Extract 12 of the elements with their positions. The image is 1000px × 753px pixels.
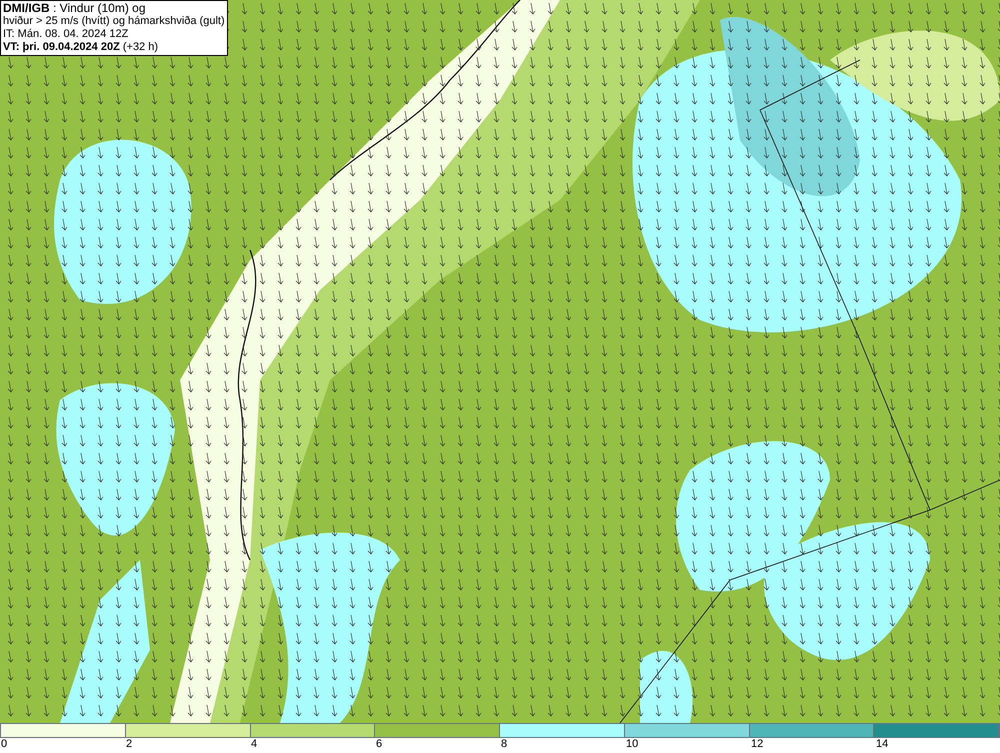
header-line: hviður > 25 m/s (hvítt) og hámarkshviða (gult) (3, 15, 225, 28)
legend-tick-label: 10 (626, 738, 638, 751)
legend-tick-label: 4 (251, 738, 258, 751)
legend-tick-label: 2 (126, 738, 132, 751)
legend-tick-label: 0 (1, 738, 8, 751)
legend-tick-label: 8 (501, 738, 508, 751)
header-line: VT: þri. 09.04.2024 20Z (+32 h) (3, 41, 160, 54)
map-title: DMI/IGB : Vindur (10m) og (3, 2, 146, 15)
legend-tick-label: 14 (876, 738, 888, 751)
legend-tick-label: 6 (376, 738, 382, 751)
header-line: IT: Mán. 08. 04. 2024 12Z (3, 28, 130, 41)
legend-tick-label: 12 (751, 738, 764, 751)
